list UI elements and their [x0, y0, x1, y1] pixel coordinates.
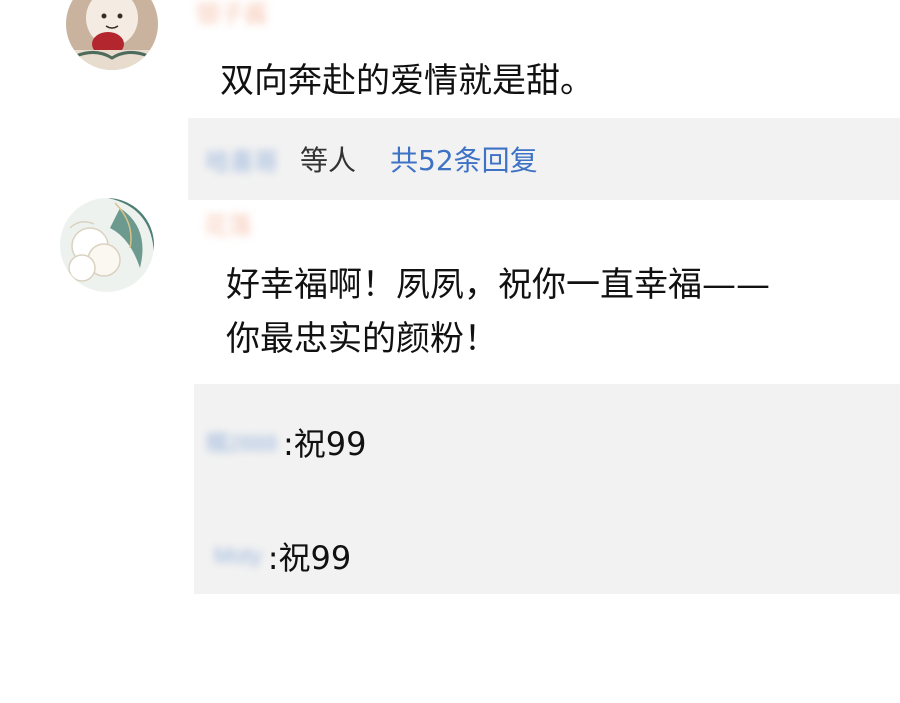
cartoon-character-avatar-icon	[66, 0, 158, 70]
reply-summary-others: 等人	[300, 144, 357, 177]
reply-username[interactable]: Moty	[214, 543, 262, 569]
comment-username[interactable]: 银子酱	[196, 0, 268, 29]
reply-item[interactable]: Moty :祝99	[214, 534, 351, 578]
reply-summary-names[interactable]: 哈喜哥	[206, 142, 278, 177]
avatar[interactable]	[60, 198, 154, 292]
reply-count-link[interactable]: 共52条回复	[390, 139, 538, 179]
avatar[interactable]	[66, 0, 158, 70]
comment-text-line: 你最忠实的颜粉！	[226, 319, 498, 359]
floral-avatar-icon	[60, 198, 154, 292]
reply-text: :祝99	[267, 539, 352, 577]
reply-item[interactable]: 糯2888 :祝99	[206, 420, 366, 464]
reply-username[interactable]: 糯2888	[206, 426, 277, 458]
reply-text: :祝99	[282, 425, 367, 463]
comment-text: 双向奔赴的爱情就是甜。	[220, 61, 594, 101]
reply-summary-bar[interactable]: 哈喜哥 等人 共52条回复	[188, 118, 900, 200]
replies-box: 糯2888 :祝99 Moty :祝99	[194, 384, 900, 594]
comment-username[interactable]: 花落	[204, 206, 252, 241]
comment-text-line: 好幸福啊！夙夙，祝你一直幸福——	[226, 265, 770, 305]
